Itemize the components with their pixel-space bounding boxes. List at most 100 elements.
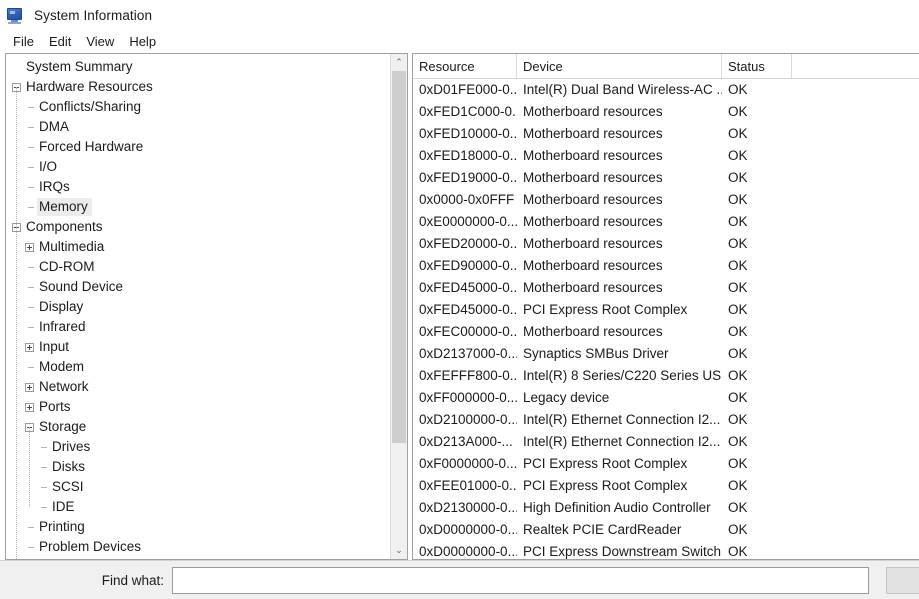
tree-guide-line	[16, 227, 17, 559]
tree-item-printing[interactable]: Printing	[6, 517, 390, 537]
table-row[interactable]: 0xFED18000-0... Motherboard resources OK	[413, 145, 919, 167]
status-cell: OK	[728, 544, 748, 559]
table-row[interactable]: 0xD01FE000-0... Intel(R) Dual Band Wirele…	[413, 79, 919, 101]
table-row[interactable]: 0xF0000000-0... PCI Express Root Complex O…	[413, 453, 919, 475]
column-header-filler	[792, 54, 919, 78]
tree-item-network[interactable]: Network	[6, 377, 390, 397]
device-cell: Motherboard resources	[523, 192, 663, 207]
table-row[interactable]: 0xD0000000-0... Realtek PCIE CardReader OK	[413, 519, 919, 541]
device-cell: Intel(R) Ethernet Connection I2...	[523, 434, 721, 449]
resource-cell: 0xFF000000-0...	[419, 390, 517, 405]
tree-item-sound-device[interactable]: Sound Device	[6, 277, 390, 297]
tree-item-label: Sound Device	[39, 279, 124, 294]
table-row[interactable]: 0xD2137000-0... Synaptics SMBus Driver OK	[413, 343, 919, 365]
tree-item-label: Conflicts/Sharing	[39, 99, 142, 114]
resource-cell: 0xFED20000-0...	[419, 236, 517, 251]
device-cell: PCI Express Root Complex	[523, 478, 688, 493]
menu-bar: File Edit View Help	[0, 31, 919, 53]
status-cell: OK	[728, 390, 748, 405]
tree-item-scsi[interactable]: SCSI	[6, 477, 390, 497]
resource-cell: 0xD213A000-...	[419, 434, 513, 449]
column-header-status[interactable]: Status	[722, 54, 792, 78]
tree-item-label: Infrared	[39, 319, 86, 334]
table-row[interactable]: 0xFEE01000-0... PCI Express Root Complex O…	[413, 475, 919, 497]
table-row[interactable]: 0xD0000000-0... PCI Express Downstream Sw…	[413, 541, 919, 559]
table-row[interactable]: 0xFF000000-0... Legacy device OK	[413, 387, 919, 409]
status-cell: OK	[728, 82, 748, 97]
scroll-up-arrow-icon[interactable]: ⌃	[391, 54, 407, 71]
table-row[interactable]: 0xFED10000-0... Motherboard resources OK	[413, 123, 919, 145]
table-row[interactable]: 0xFED90000-0... Motherboard resources OK	[413, 255, 919, 277]
scrollbar-track[interactable]	[391, 71, 407, 542]
tree-item-label: Display	[39, 299, 84, 314]
tree-item-storage[interactable]: Storage	[6, 417, 390, 437]
window-title: System Information	[34, 8, 153, 23]
expand-icon[interactable]	[25, 402, 34, 412]
table-row[interactable]: 0x0000-0x0FFF Motherboard resources OK	[413, 189, 919, 211]
table-row[interactable]: 0xFEFFF800-0... Intel(R) 8 Series/C220 Se…	[413, 365, 919, 387]
resource-cell: 0xD2137000-0...	[419, 346, 517, 361]
tree-guide-line	[16, 87, 17, 227]
menu-item-file[interactable]: File	[6, 33, 42, 51]
table-row[interactable]: 0xD2130000-0... High Definition Audio Con…	[413, 497, 919, 519]
tree-item-ports[interactable]: Ports	[6, 397, 390, 417]
navigation-tree[interactable]: System Summary Hardware Resources Conflict…	[6, 54, 390, 559]
table-row[interactable]: 0xE0000000-0... Motherboard resources OK	[413, 211, 919, 233]
status-cell: OK	[728, 126, 748, 141]
tree-item-problem-devices[interactable]: Problem Devices	[6, 537, 390, 557]
device-cell: Motherboard resources	[523, 170, 663, 185]
tree-item-system-summary[interactable]: System Summary	[6, 57, 390, 77]
column-header-resource[interactable]: Resource	[413, 54, 517, 78]
table-row[interactable]: 0xFED20000-0... Motherboard resources OK	[413, 233, 919, 255]
table-row[interactable]: 0xFEC00000-0... Motherboard resources OK	[413, 321, 919, 343]
scrollbar-thumb[interactable]	[392, 71, 406, 444]
tree-branch-line	[25, 543, 34, 552]
device-cell: PCI Express Root Complex	[523, 302, 688, 317]
tree-item-label: Memory	[37, 198, 92, 216]
resource-list-body[interactable]: 0xD01FE000-0... Intel(R) Dual Band Wirele…	[413, 79, 919, 559]
find-input[interactable]	[172, 566, 869, 594]
tree-item-input[interactable]: Input	[6, 337, 390, 357]
tree-vertical-scrollbar[interactable]: ⌃ ⌄	[390, 54, 407, 559]
table-row[interactable]: 0xFED45000-0... Motherboard resources OK	[413, 277, 919, 299]
status-cell: OK	[728, 148, 748, 163]
tree-item-modem[interactable]: Modem	[6, 357, 390, 377]
tree-item-display[interactable]: Display	[6, 297, 390, 317]
column-header-device[interactable]: Device	[517, 54, 722, 78]
expand-icon[interactable]	[25, 342, 34, 352]
menu-item-help[interactable]: Help	[122, 33, 164, 51]
tree-item-disks[interactable]: Disks	[6, 457, 390, 477]
menu-item-view[interactable]: View	[79, 33, 122, 51]
expand-icon[interactable]	[25, 242, 34, 252]
tree-item-ide[interactable]: IDE	[6, 497, 390, 517]
tree-branch-line	[25, 523, 34, 532]
resource-cell: 0xFED10000-0...	[419, 126, 517, 141]
tree-branch-line	[25, 283, 34, 292]
status-cell: OK	[728, 170, 748, 185]
tree-item-drives[interactable]: Drives	[6, 437, 390, 457]
tree-item-cd-rom[interactable]: CD-ROM	[6, 257, 390, 277]
tree-item-multimedia[interactable]: Multimedia	[6, 237, 390, 257]
tree-item-dma[interactable]: DMA	[6, 117, 390, 137]
resource-cell: 0xD0000000-0...	[419, 522, 517, 537]
device-cell: PCI Express Root Complex	[523, 456, 688, 471]
table-row[interactable]: 0xFED1C000-0... Motherboard resources OK	[413, 101, 919, 123]
tree-item-i-o[interactable]: I/O	[6, 157, 390, 177]
menu-item-edit[interactable]: Edit	[42, 33, 79, 51]
find-action-button[interactable]	[886, 567, 919, 594]
tree-item-infrared[interactable]: Infrared	[6, 317, 390, 337]
tree-item-label: Disks	[52, 459, 85, 474]
table-row[interactable]: 0xFED19000-0... Motherboard resources OK	[413, 167, 919, 189]
tree-item-forced-hardware[interactable]: Forced Hardware	[6, 137, 390, 157]
table-row[interactable]: 0xFED45000-0... PCI Express Root Complex O…	[413, 299, 919, 321]
expand-icon[interactable]	[25, 382, 34, 392]
scroll-down-arrow-icon[interactable]: ⌄	[391, 542, 407, 559]
tree-item-hardware-resources[interactable]: Hardware Resources	[6, 77, 390, 97]
table-row[interactable]: 0xD213A000-... Intel(R) Ethernet Connecti…	[413, 431, 919, 453]
table-row[interactable]: 0xD2100000-0... Intel(R) Ethernet Connect…	[413, 409, 919, 431]
tree-item-irqs[interactable]: IRQs	[6, 177, 390, 197]
tree-item-conflicts-sharing[interactable]: Conflicts/Sharing	[6, 97, 390, 117]
tree-item-memory[interactable]: Memory	[6, 197, 390, 217]
tree-item-components[interactable]: Components	[6, 217, 390, 237]
tree-item-label: Storage	[39, 419, 87, 434]
